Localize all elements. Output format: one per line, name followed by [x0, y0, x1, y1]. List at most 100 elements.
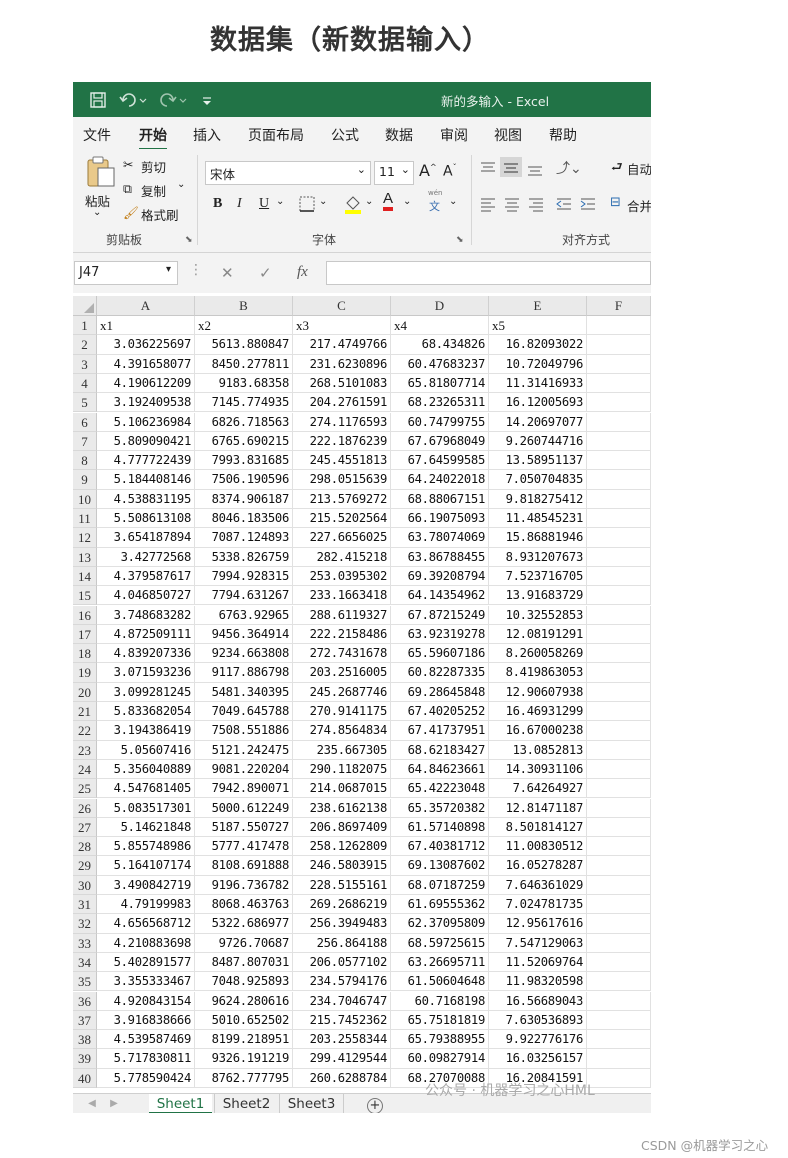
- sheet-tab[interactable]: Sheet2: [214, 1094, 278, 1113]
- underline-button[interactable]: U: [259, 196, 269, 212]
- row-number[interactable]: 34: [73, 952, 97, 973]
- cell[interactable]: 5.833682054: [97, 702, 195, 722]
- cell[interactable]: 9234.663808: [195, 644, 293, 664]
- cell[interactable]: [587, 566, 651, 587]
- cell[interactable]: 231.6230896: [293, 354, 391, 374]
- cell[interactable]: [587, 605, 651, 625]
- wrap-text-icon[interactable]: ⮐: [611, 158, 623, 180]
- cell[interactable]: 7.64264927: [489, 779, 587, 799]
- cell[interactable]: 66.19075093: [391, 509, 489, 529]
- cell[interactable]: 8487.807031: [195, 952, 293, 973]
- cell[interactable]: 5481.340395: [195, 682, 293, 702]
- cell[interactable]: 8.419863053: [489, 663, 587, 683]
- cell[interactable]: 9456.364914: [195, 624, 293, 645]
- cell[interactable]: 8.501814127: [489, 817, 587, 838]
- cell[interactable]: 9081.220204: [195, 759, 293, 780]
- cell[interactable]: 7942.890071: [195, 779, 293, 799]
- cell[interactable]: 5.164107174: [97, 856, 195, 876]
- cell[interactable]: 4.777722439: [97, 451, 195, 471]
- cell[interactable]: 68.88067151: [391, 489, 489, 509]
- cell[interactable]: 9326.191219: [195, 1049, 293, 1069]
- cell[interactable]: 288.6119327: [293, 605, 391, 625]
- row-number[interactable]: 32: [73, 914, 97, 934]
- cell[interactable]: 12.95617616: [489, 914, 587, 934]
- cell[interactable]: 228.5155161: [293, 875, 391, 895]
- cell[interactable]: 14.20697077: [489, 412, 587, 432]
- cell[interactable]: [587, 547, 651, 567]
- cell[interactable]: 15.86881946: [489, 528, 587, 548]
- font-size-select[interactable]: 11 ⌄: [374, 161, 414, 185]
- cell[interactable]: [587, 817, 651, 838]
- cell[interactable]: 16.56689043: [489, 991, 587, 1011]
- formula-input[interactable]: [326, 261, 651, 285]
- cell[interactable]: 16.05278287: [489, 856, 587, 876]
- row-number[interactable]: 19: [73, 663, 97, 683]
- cell[interactable]: 3.654187894: [97, 528, 195, 548]
- increase-indent-icon[interactable]: [579, 195, 597, 213]
- cell[interactable]: 256.3949483: [293, 914, 391, 934]
- cell[interactable]: 5121.242475: [195, 740, 293, 760]
- cell[interactable]: [587, 1049, 651, 1069]
- cell[interactable]: 67.41737951: [391, 721, 489, 741]
- cell[interactable]: 69.39208794: [391, 566, 489, 587]
- cell[interactable]: 12.08191291: [489, 624, 587, 645]
- cell[interactable]: 68.23265311: [391, 393, 489, 413]
- cell[interactable]: 12.81471187: [489, 798, 587, 818]
- cell[interactable]: 9.922776176: [489, 1030, 587, 1050]
- cell[interactable]: [587, 952, 651, 973]
- cell[interactable]: 268.5101083: [293, 373, 391, 394]
- cell[interactable]: 3.194386419: [97, 721, 195, 741]
- cell[interactable]: 7.024781735: [489, 895, 587, 915]
- tab-page-layout[interactable]: 页面布局: [248, 125, 304, 145]
- cell[interactable]: 16.03256157: [489, 1049, 587, 1069]
- cell[interactable]: 5.14621848: [97, 817, 195, 838]
- row-number[interactable]: 5: [73, 393, 97, 413]
- merge-center-icon[interactable]: ⊟: [610, 195, 621, 210]
- cell[interactable]: 61.69555362: [391, 895, 489, 915]
- cell[interactable]: 4.539587469: [97, 1030, 195, 1050]
- cell[interactable]: [587, 972, 651, 992]
- cell[interactable]: 7087.124893: [195, 528, 293, 548]
- cell[interactable]: 16.46931299: [489, 702, 587, 722]
- cell[interactable]: 63.26695711: [391, 952, 489, 973]
- format-painter-icon[interactable]: 🖌: [123, 205, 139, 221]
- font-color-button[interactable]: A: [383, 191, 394, 211]
- row-number[interactable]: 2: [73, 335, 97, 355]
- select-all-button[interactable]: [73, 296, 97, 316]
- cell[interactable]: 7.646361029: [489, 875, 587, 895]
- tab-review[interactable]: 审阅: [440, 125, 468, 145]
- cell[interactable]: 4.872509111: [97, 624, 195, 645]
- cell[interactable]: [587, 528, 651, 548]
- cell[interactable]: 9183.68358: [195, 373, 293, 394]
- row-number[interactable]: 14: [73, 566, 97, 587]
- save-icon[interactable]: [89, 91, 107, 109]
- cell[interactable]: 6826.718563: [195, 412, 293, 432]
- fill-color-icon[interactable]: [343, 193, 363, 215]
- tab-insert[interactable]: 插入: [193, 125, 221, 145]
- column-header-f[interactable]: F: [587, 296, 651, 316]
- cell[interactable]: 5322.686977: [195, 914, 293, 934]
- cell[interactable]: x3: [293, 316, 391, 336]
- cell[interactable]: 5.855748986: [97, 837, 195, 857]
- cell[interactable]: 65.81807714: [391, 373, 489, 394]
- row-number[interactable]: 13: [73, 547, 97, 567]
- customize-icon[interactable]: [201, 91, 213, 109]
- cell[interactable]: [587, 393, 651, 413]
- cell[interactable]: 3.099281245: [97, 682, 195, 702]
- cell[interactable]: 7993.831685: [195, 451, 293, 471]
- cell[interactable]: [587, 856, 651, 876]
- cell[interactable]: 7.547129063: [489, 933, 587, 953]
- cell[interactable]: 8762.777795: [195, 1068, 293, 1088]
- cell[interactable]: 234.5794176: [293, 972, 391, 992]
- cell[interactable]: [587, 451, 651, 471]
- cell[interactable]: 4.391658077: [97, 354, 195, 374]
- row-number[interactable]: 38: [73, 1030, 97, 1050]
- decrease-font-icon[interactable]: Aˇ: [443, 163, 457, 180]
- enter-icon[interactable]: ✓: [259, 264, 272, 282]
- cell[interactable]: x4: [391, 316, 489, 336]
- row-number[interactable]: 8: [73, 451, 97, 471]
- cell[interactable]: 69.13087602: [391, 856, 489, 876]
- cell[interactable]: 5.402891577: [97, 952, 195, 973]
- cell[interactable]: 12.90607938: [489, 682, 587, 702]
- cell[interactable]: 11.52069764: [489, 952, 587, 973]
